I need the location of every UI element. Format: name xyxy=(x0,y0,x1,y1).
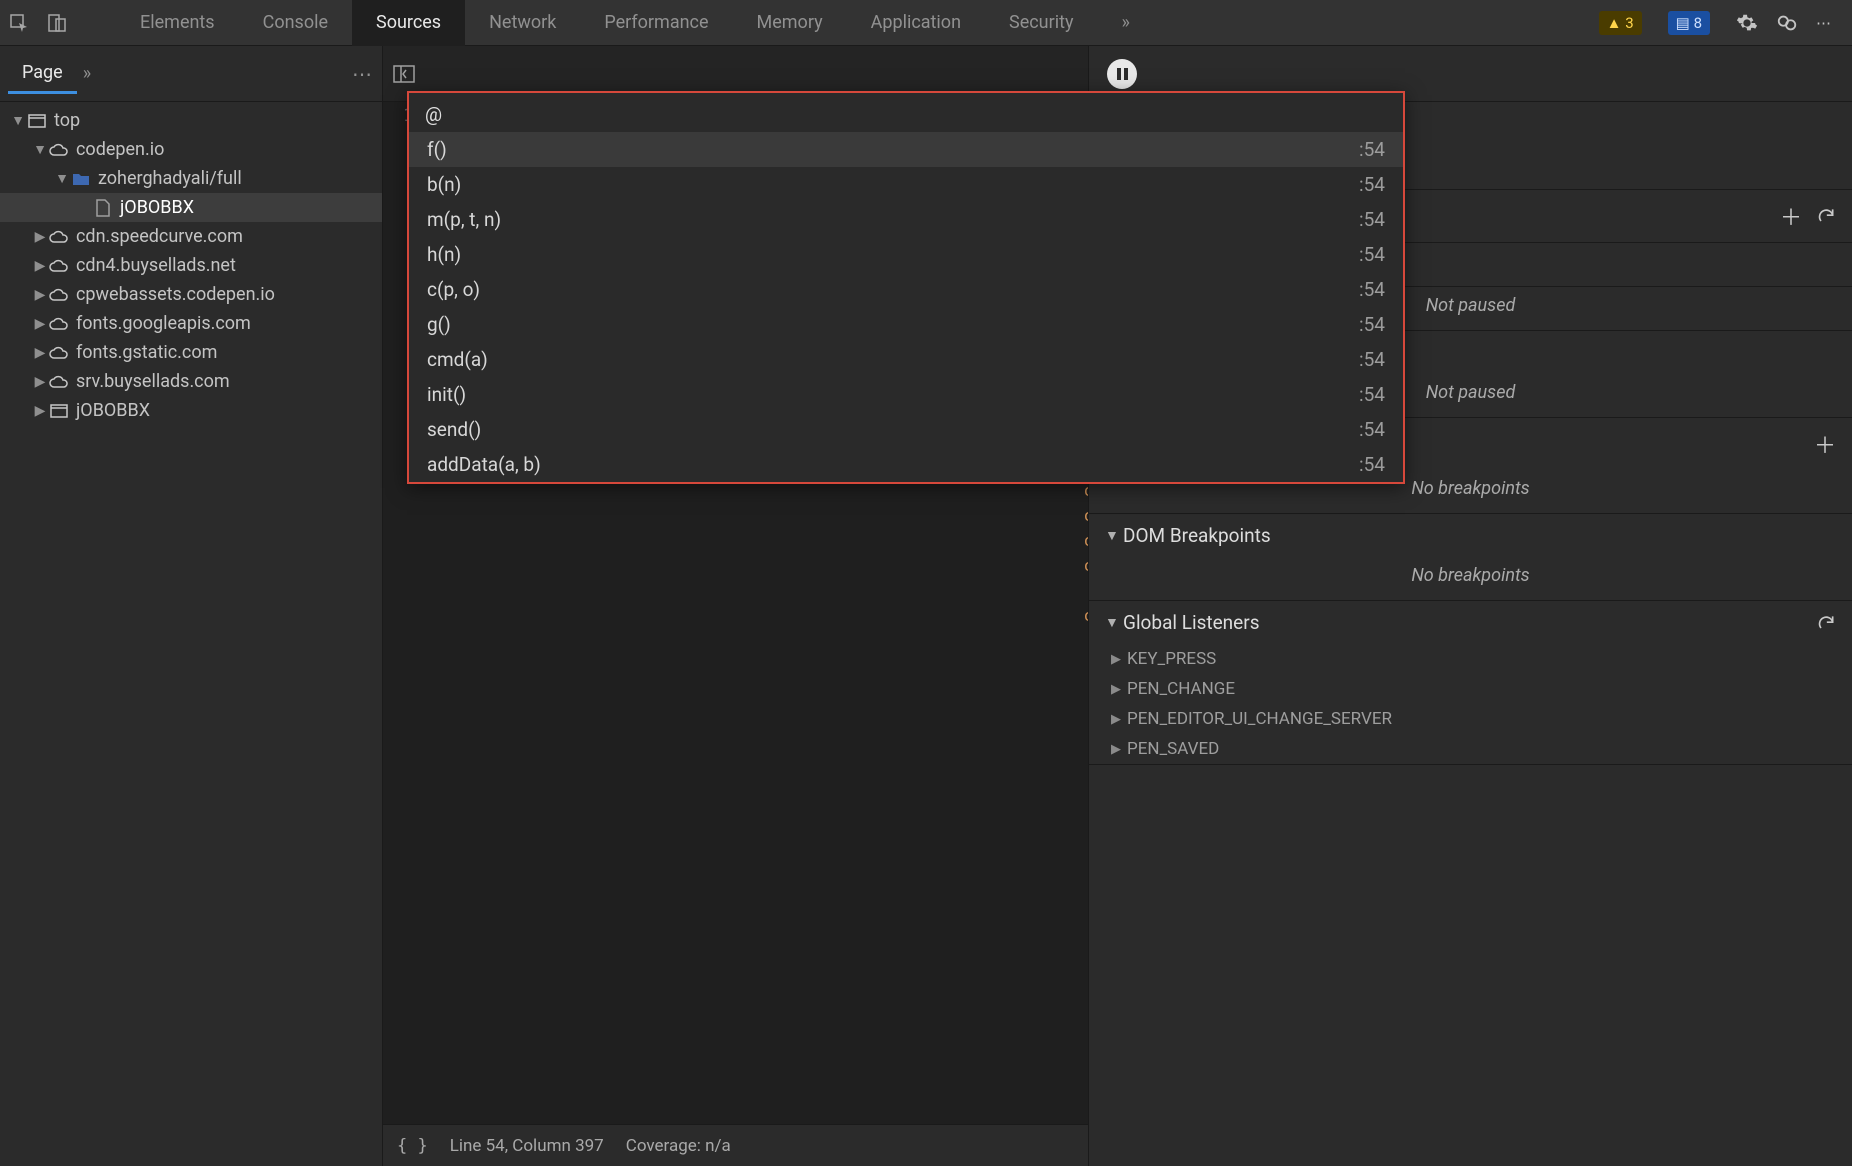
window-icon xyxy=(48,404,70,418)
refresh-icon[interactable] xyxy=(1816,206,1836,226)
cloud-icon xyxy=(48,259,70,273)
cloud-icon xyxy=(48,346,70,360)
sources-navigator: Page » ⋯ ▼ top ▼ codepen.io ▼ zoherghadyali/f… xyxy=(0,46,383,1166)
section-twist-icon[interactable]: ▼ xyxy=(1105,527,1123,544)
autocomplete-item[interactable]: h(n):54 xyxy=(409,237,1403,272)
tab-elements[interactable]: Elements xyxy=(116,0,239,46)
pretty-print-icon[interactable]: { } xyxy=(397,1136,428,1156)
tree-item[interactable]: ▼ top xyxy=(0,106,382,135)
listener-item[interactable]: ▶PEN_SAVED xyxy=(1089,734,1852,764)
autocomplete-query[interactable]: @ xyxy=(409,93,1403,132)
editor-area: @ f():54b(n):54m(p, t, n):54h(n):54c(p, … xyxy=(383,46,1088,1166)
tree-item[interactable]: ▶ cdn.speedcurve.com xyxy=(0,222,382,251)
tab-sources[interactable]: Sources xyxy=(352,0,465,46)
tab-memory[interactable]: Memory xyxy=(733,0,847,46)
tree-label: jOBOBBX xyxy=(76,400,150,421)
settings-gear-icon[interactable] xyxy=(1736,12,1758,34)
tree-twist-icon[interactable]: ▶ xyxy=(32,316,48,332)
outline-autocomplete-popup[interactable]: @ f():54b(n):54m(p, t, n):54h(n):54c(p, … xyxy=(407,91,1405,484)
cloud-icon xyxy=(48,230,70,244)
autocomplete-item[interactable]: m(p, t, n):54 xyxy=(409,202,1403,237)
section-header[interactable]: ▼Global Listeners xyxy=(1089,601,1852,644)
section-header[interactable]: ▼DOM Breakpoints xyxy=(1089,514,1852,557)
tree-item[interactable]: ▼ zoherghadyali/full xyxy=(0,164,382,193)
tree-label: cdn.speedcurve.com xyxy=(76,226,243,247)
tab-network[interactable]: Network xyxy=(465,0,580,46)
tree-item[interactable]: ▶ srv.buysellads.com xyxy=(0,367,382,396)
autocomplete-item[interactable]: send():54 xyxy=(409,412,1403,447)
tab-performance[interactable]: Performance xyxy=(580,0,732,46)
tree-item[interactable]: ▶ jOBOBBX xyxy=(0,396,382,425)
listener-item[interactable]: ▶PEN_EDITOR_UI_CHANGE_SERVER xyxy=(1089,704,1852,734)
add-icon[interactable]: ＋ xyxy=(1814,428,1836,460)
tab-security[interactable]: Security xyxy=(985,0,1097,46)
tree-twist-icon[interactable]: ▶ xyxy=(32,403,48,419)
tree-label: codepen.io xyxy=(76,139,164,160)
folder-icon xyxy=(70,172,92,186)
tab-overflow[interactable]: » xyxy=(1097,0,1153,46)
section-twist-icon[interactable]: ▼ xyxy=(1105,614,1123,631)
listener-item[interactable]: ▶KEY_PRESS xyxy=(1089,644,1852,674)
autocomplete-item[interactable]: b(n):54 xyxy=(409,167,1403,202)
warnings-badge[interactable]: ▲ 3 xyxy=(1599,11,1642,35)
tree-item[interactable]: ▶ fonts.gstatic.com xyxy=(0,338,382,367)
tree-twist-icon[interactable]: ▼ xyxy=(54,170,70,187)
device-toolbar-icon[interactable] xyxy=(38,0,76,46)
listener-item[interactable]: ▶PEN_CHANGE xyxy=(1089,674,1852,704)
cursor-position: Line 54, Column 397 xyxy=(450,1136,604,1156)
tree-item[interactable]: jOBOBBX xyxy=(0,193,382,222)
tree-label: top xyxy=(54,110,80,131)
tree-label: cpwebassets.codepen.io xyxy=(76,284,275,305)
file-icon xyxy=(92,199,114,217)
tree-label: jOBOBBX xyxy=(120,197,194,218)
cloud-icon xyxy=(48,288,70,302)
autocomplete-item[interactable]: addData(a, b):54 xyxy=(409,447,1403,482)
tree-label: fonts.googleapis.com xyxy=(76,313,251,334)
cloud-icon xyxy=(48,375,70,389)
autocomplete-item[interactable]: c(p, o):54 xyxy=(409,272,1403,307)
tree-twist-icon[interactable]: ▼ xyxy=(32,141,48,158)
messages-badge[interactable]: ▤ 8 xyxy=(1668,11,1710,35)
devtools-tab-bar: ElementsConsoleSourcesNetworkPerformance… xyxy=(0,0,1852,46)
cloud-icon xyxy=(48,317,70,331)
tree-twist-icon[interactable]: ▶ xyxy=(32,229,48,245)
section-body: No breakpoints xyxy=(1089,557,1852,600)
tree-item[interactable]: ▶ fonts.googleapis.com xyxy=(0,309,382,338)
tree-twist-icon[interactable]: ▼ xyxy=(10,112,26,129)
tree-item[interactable]: ▼ codepen.io xyxy=(0,135,382,164)
tree-twist-icon[interactable]: ▶ xyxy=(32,287,48,303)
tree-twist-icon[interactable]: ▶ xyxy=(32,374,48,390)
tree-twist-icon[interactable]: ▶ xyxy=(32,345,48,361)
sidebar-more-icon[interactable]: ⋯ xyxy=(352,62,374,86)
window-icon xyxy=(26,114,48,128)
autocomplete-item[interactable]: init():54 xyxy=(409,377,1403,412)
tab-console[interactable]: Console xyxy=(239,0,352,46)
file-tree[interactable]: ▼ top ▼ codepen.io ▼ zoherghadyali/full jOBOBB… xyxy=(0,102,382,425)
inspect-element-icon[interactable] xyxy=(0,0,38,46)
autocomplete-item[interactable]: g():54 xyxy=(409,307,1403,342)
add-icon[interactable]: ＋ xyxy=(1780,200,1802,232)
cloud-icon xyxy=(48,143,70,157)
autocomplete-item[interactable]: cmd(a):54 xyxy=(409,342,1403,377)
toggle-navigator-icon[interactable] xyxy=(393,65,415,83)
tree-item[interactable]: ▶ cdn4.buysellads.net xyxy=(0,251,382,280)
editor-status-bar: { } Line 54, Column 397 Coverage: n/a xyxy=(383,1124,1088,1166)
autocomplete-item[interactable]: f():54 xyxy=(409,132,1403,167)
whats-new-icon[interactable] xyxy=(1776,12,1798,34)
tree-label: zoherghadyali/full xyxy=(98,168,242,189)
tree-label: srv.buysellads.com xyxy=(76,371,230,392)
tree-item[interactable]: ▶ cpwebassets.codepen.io xyxy=(0,280,382,309)
pause-button[interactable] xyxy=(1107,59,1137,89)
refresh-icon[interactable] xyxy=(1816,613,1836,633)
tree-label: fonts.gstatic.com xyxy=(76,342,217,363)
sidebar-tab-overflow[interactable]: » xyxy=(83,63,91,84)
sidebar-tab-page[interactable]: Page xyxy=(8,54,77,94)
tree-twist-icon[interactable]: ▶ xyxy=(32,258,48,274)
coverage-status: Coverage: n/a xyxy=(626,1136,731,1156)
tree-label: cdn4.buysellads.net xyxy=(76,255,236,276)
tab-application[interactable]: Application xyxy=(847,0,985,46)
more-vert-icon[interactable]: ⋯ xyxy=(1816,14,1834,32)
